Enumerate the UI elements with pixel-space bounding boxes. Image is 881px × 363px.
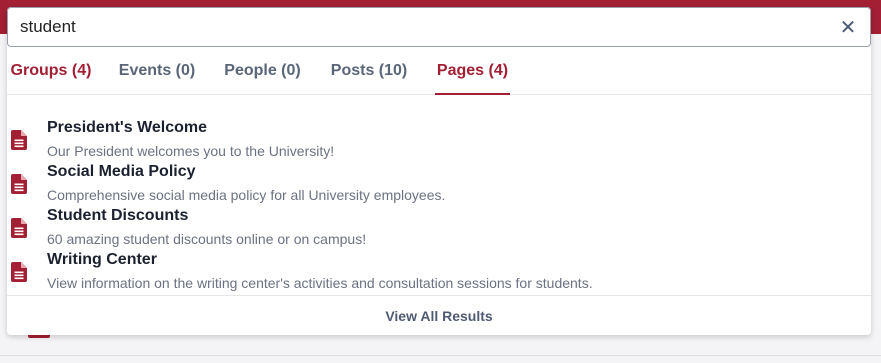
result-description: View information on the writing center's…: [47, 275, 593, 291]
result-item[interactable]: Writing Center View information on the w…: [7, 251, 871, 295]
tab-people[interactable]: People (0): [223, 47, 302, 94]
search-input[interactable]: [8, 8, 830, 46]
results-list: President's Welcome Our President welcom…: [7, 119, 871, 295]
search-bar: ✕: [7, 7, 871, 47]
tab-posts[interactable]: Posts (10): [329, 47, 409, 94]
document-icon: [11, 130, 27, 150]
result-title: Writing Center: [47, 251, 157, 268]
tab-groups[interactable]: Groups (4): [9, 47, 93, 94]
result-item[interactable]: Student Discounts 60 amazing student dis…: [7, 207, 871, 251]
result-tabs: Groups (4) Events (0) People (0) Posts (…: [7, 47, 871, 95]
result-title: Student Discounts: [47, 207, 189, 224]
document-icon: [11, 262, 27, 282]
result-title: President's Welcome: [47, 119, 208, 136]
result-description: Our President welcomes you to the Univer…: [47, 143, 335, 159]
result-item[interactable]: President's Welcome Our President welcom…: [7, 119, 871, 163]
result-description: 60 amazing student discounts online or o…: [47, 231, 367, 247]
result-title: Social Media Policy: [47, 163, 196, 180]
tab-events[interactable]: Events (0): [118, 47, 196, 94]
result-item[interactable]: Social Media Policy Comprehensive social…: [7, 163, 871, 207]
background-divider: [0, 355, 881, 356]
document-icon: [11, 174, 27, 194]
close-icon[interactable]: ✕: [830, 9, 866, 45]
document-icon: [11, 218, 27, 238]
result-description: Comprehensive social media policy for al…: [47, 187, 446, 203]
search-dropdown-panel: ✕ Groups (4) Events (0) People (0) Posts…: [7, 7, 871, 335]
tab-pages[interactable]: Pages (4): [435, 47, 510, 95]
results-footer: View All Results: [7, 295, 871, 335]
view-all-results-link[interactable]: View All Results: [385, 308, 492, 324]
